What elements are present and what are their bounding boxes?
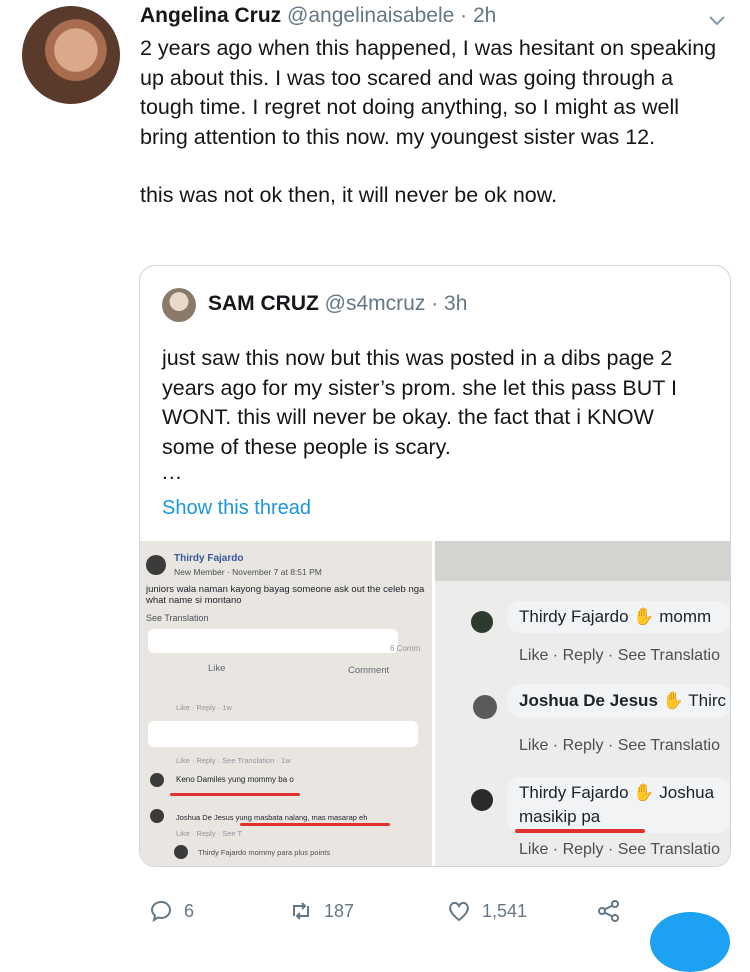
compose-fab[interactable] — [650, 912, 730, 972]
comment-line: Thirdy Fajardo ✋ momm — [519, 607, 711, 627]
comment-line: Joshua De Jesus ✋ Thirc — [519, 691, 726, 711]
commenter-name: Joshua De Jesus — [519, 691, 658, 710]
comment-actions: Like · Reply · See Translatio — [519, 841, 720, 858]
comment-actions: Like · Reply · See Translatio — [519, 737, 720, 754]
quoted-text: just saw this now but this was posted in… — [162, 346, 677, 459]
redacted-block — [148, 629, 398, 653]
like-count: 1,541 — [482, 900, 528, 921]
dot-separator: · — [460, 4, 468, 27]
comment-text: Keno Damiles yung mommy ba o — [176, 775, 294, 784]
quoted-time: 3h — [444, 292, 468, 315]
commenter-avatar — [473, 695, 497, 719]
share-icon — [598, 900, 619, 922]
quoted-author-handle: @s4mcruz — [324, 292, 426, 315]
quoted-ellipsis: ... — [162, 461, 183, 484]
comment-text: Joshua De Jesus yung masbata nalang, mas… — [176, 813, 368, 822]
tweet-paragraph: 2 years ago when this happened, I was he… — [140, 36, 717, 149]
comment-actions: Like · Reply · See Translation · 1w — [176, 756, 291, 765]
retweet-icon — [293, 902, 309, 920]
post-text: juniors wala naman kayong bayag someone … — [146, 584, 425, 606]
comments-count: 6 Comm — [390, 644, 421, 653]
show-thread-link[interactable]: Show this thread — [162, 497, 311, 520]
reply-count: 6 — [184, 900, 195, 921]
tweet-body: 2 years ago when this happened, I was he… — [140, 34, 730, 211]
commenter-avatar — [146, 555, 166, 575]
quoted-tweet[interactable]: SAM CRUZ @s4mcruz · 3h just saw this now… — [139, 265, 731, 867]
comment-text: Thirc — [688, 691, 727, 710]
red-underline — [240, 823, 390, 826]
commenter-avatar — [471, 789, 493, 811]
commenter-avatar — [150, 809, 164, 823]
hand-icon: ✋ — [633, 783, 655, 802]
tweet-header: Angelina Cruz @angelinaisabele · 2h — [140, 4, 496, 28]
comment-text: momm — [659, 607, 712, 626]
hand-icon: ✋ — [633, 607, 655, 626]
comment-text: Thirdy Fajardo mommy para plus points — [198, 848, 331, 857]
dot-separator: · — [431, 292, 439, 315]
share-button[interactable] — [596, 898, 632, 924]
comment-actions: Like · Reply · See Translatio — [519, 647, 720, 664]
like-button[interactable]: 1,541 — [446, 898, 527, 924]
quoted-image-right[interactable]: Thirdy Fajardo ✋ momm Like · Reply · See… — [435, 541, 730, 866]
hand-icon: ✋ — [662, 691, 684, 710]
comment-text-line2: masikip pa — [519, 807, 601, 826]
quoted-header: SAM CRUZ @s4mcruz · 3h — [208, 292, 467, 316]
member-line: New Member · November 7 at 8:51 PM — [174, 567, 322, 577]
photo-top-band — [435, 541, 730, 581]
comment-label: Comment — [348, 665, 390, 676]
commenter-name: Thirdy Fajardo — [519, 783, 629, 802]
red-underline — [170, 793, 300, 796]
comment-line: Thirdy Fajardo ✋ Joshua — [519, 783, 714, 803]
quoted-image-left[interactable]: Thirdy Fajardo New Member · November 7 a… — [140, 541, 435, 866]
quoted-author-avatar — [162, 288, 196, 322]
tweet-action-bar: 6 187 1,541 — [140, 898, 740, 930]
comment-text: Joshua — [659, 783, 715, 802]
redacted-block — [148, 721, 418, 747]
commenter-avatar — [174, 845, 188, 859]
comment-actions: Like · Reply · See T — [176, 829, 243, 838]
red-underline — [515, 829, 645, 833]
reply-button[interactable]: 6 — [148, 898, 194, 924]
see-translation: See Translation — [146, 613, 209, 623]
author-handle[interactable]: @angelinaisabele — [287, 4, 454, 27]
heart-icon — [449, 901, 469, 922]
like-label: Like — [208, 663, 226, 674]
chevron-down-icon[interactable] — [706, 9, 728, 31]
quoted-author-name: SAM CRUZ — [208, 292, 319, 315]
retweet-button[interactable]: 187 — [288, 898, 354, 924]
poster-name: Thirdy Fajardo — [174, 553, 244, 564]
retweet-count: 187 — [324, 900, 355, 921]
author-name[interactable]: Angelina Cruz — [140, 4, 281, 27]
tweet-paragraph: this was not ok then, it will never be o… — [140, 183, 558, 207]
author-avatar[interactable] — [22, 6, 120, 104]
comment-actions: Like · Reply · 1w — [176, 703, 232, 712]
commenter-avatar — [471, 611, 493, 633]
reply-icon — [150, 900, 171, 923]
commenter-name: Thirdy Fajardo — [519, 607, 629, 626]
tweet-time[interactable]: 2h — [473, 4, 496, 27]
commenter-avatar — [150, 773, 164, 787]
